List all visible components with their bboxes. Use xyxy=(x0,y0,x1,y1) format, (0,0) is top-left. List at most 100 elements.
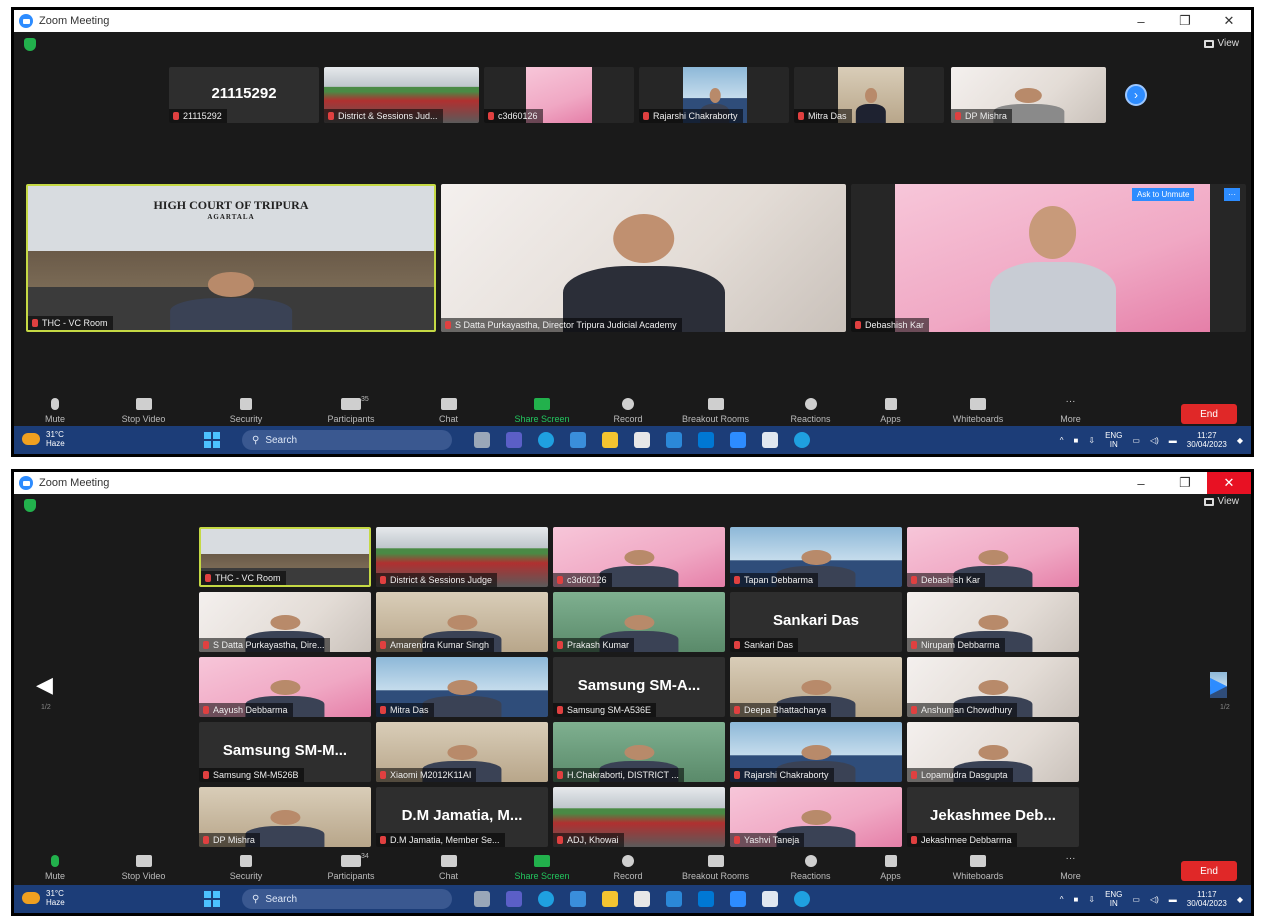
breakout-rooms-label: Breakout Rooms xyxy=(681,871,750,881)
video-tile[interactable]: DP Mishra xyxy=(199,787,371,847)
volume-icon[interactable]: ◁) xyxy=(1150,895,1159,904)
participant-name: District & Sessions Jud... xyxy=(324,109,443,123)
task-view-icon[interactable] xyxy=(474,432,490,448)
windows-start-icon[interactable] xyxy=(204,432,220,448)
edge-icon[interactable] xyxy=(538,891,554,907)
outlook-icon[interactable] xyxy=(666,432,682,448)
browser-icon[interactable] xyxy=(794,891,810,907)
video-tile[interactable]: Prakash Kumar xyxy=(553,592,725,652)
video-tile[interactable]: Mitra Das xyxy=(794,67,944,123)
network-icon[interactable]: ▭ xyxy=(1132,895,1140,904)
teams-icon[interactable] xyxy=(506,432,522,448)
network-icon[interactable]: ▭ xyxy=(1132,436,1140,445)
video-tile[interactable]: S Datta Purkayastha, Director Tripura Ju… xyxy=(441,184,846,332)
volume-icon[interactable]: ◁) xyxy=(1150,436,1159,445)
video-tile[interactable]: District & Sessions Jud... xyxy=(324,67,479,123)
system-tray: ^ ■ ⇩ ENG IN ▭ ◁) ▬ 11:27 30/04/2023 ◆ xyxy=(1060,426,1251,454)
video-tile[interactable]: District & Sessions Judge xyxy=(376,527,548,587)
teams-icon[interactable] xyxy=(506,891,522,907)
end-meeting-button[interactable]: End xyxy=(1181,404,1237,424)
next-page-button[interactable]: ▶ xyxy=(1210,672,1227,698)
video-tile[interactable]: Sankari Das Sankari Das xyxy=(730,592,902,652)
word-icon[interactable] xyxy=(762,891,778,907)
word-icon[interactable] xyxy=(762,432,778,448)
file-explorer-icon[interactable] xyxy=(602,432,618,448)
minimize-button[interactable]: – xyxy=(1119,472,1163,494)
video-tile[interactable]: S Datta Purkayastha, Dire... xyxy=(199,592,371,652)
weather-widget[interactable]: 31°C Haze xyxy=(22,889,65,907)
video-tile[interactable]: THC - VC Room xyxy=(199,527,371,587)
video-tile[interactable]: D.M Jamatia, M... D.M Jamatia, Member Se.… xyxy=(376,787,548,847)
clock[interactable]: 11:17 30/04/2023 xyxy=(1187,890,1227,908)
view-button[interactable]: View xyxy=(1203,38,1239,49)
notepad-icon[interactable] xyxy=(634,432,650,448)
view-button[interactable]: View xyxy=(1203,496,1239,507)
windows-start-icon[interactable] xyxy=(204,891,220,907)
language-indicator[interactable]: ENG IN xyxy=(1105,431,1122,449)
video-tile[interactable]: Nirupam Debbarma xyxy=(907,592,1079,652)
close-button[interactable]: ✕ xyxy=(1207,472,1251,494)
restore-button[interactable]: ❐ xyxy=(1163,472,1207,494)
usb-icon[interactable]: ⇩ xyxy=(1088,895,1095,904)
video-tile[interactable]: Debashish Kar xyxy=(907,527,1079,587)
mail-icon[interactable] xyxy=(698,432,714,448)
video-tile[interactable]: 21115292 21115292 xyxy=(169,67,319,123)
video-tile[interactable]: Jekashmee Deb... Jekashmee Debbarma xyxy=(907,787,1079,847)
ask-to-unmute-button[interactable]: Ask to Unmute xyxy=(1132,188,1195,201)
participant-video xyxy=(422,679,502,717)
previous-page-button[interactable]: ◀ xyxy=(36,672,53,698)
video-tile[interactable]: ADJ, Khowai xyxy=(553,787,725,847)
video-tile[interactable]: Deepa Bhattacharya xyxy=(730,657,902,717)
video-tile[interactable]: Yashvi Taneja xyxy=(730,787,902,847)
video-tile[interactable]: H.Chakraborti, DISTRICT ... xyxy=(553,722,725,782)
video-tile[interactable]: Rajarshi Chakraborty xyxy=(639,67,789,123)
mail-icon[interactable] xyxy=(698,891,714,907)
taskbar-search[interactable]: ⚲ Search xyxy=(242,430,452,450)
end-meeting-button[interactable]: End xyxy=(1181,861,1237,881)
notification-icon[interactable]: ◆ xyxy=(1237,895,1243,904)
taskbar-search[interactable]: ⚲ Search xyxy=(242,889,452,909)
usb-icon[interactable]: ⇩ xyxy=(1088,436,1095,445)
battery-icon[interactable]: ▬ xyxy=(1169,436,1177,445)
edge-icon[interactable] xyxy=(538,432,554,448)
more-options-button[interactable]: ··· xyxy=(1224,188,1240,201)
outlook-icon[interactable] xyxy=(666,891,682,907)
file-explorer-icon[interactable] xyxy=(602,891,618,907)
video-tile[interactable]: c3d60126 xyxy=(484,67,634,123)
task-view-icon[interactable] xyxy=(474,891,490,907)
participant-name: Deepa Bhattacharya xyxy=(730,703,832,717)
video-tile[interactable]: DP Mishra xyxy=(951,67,1106,123)
store-icon[interactable] xyxy=(570,891,586,907)
video-tile[interactable]: Samsung SM-M... Samsung SM-M526B xyxy=(199,722,371,782)
notification-icon[interactable]: ◆ xyxy=(1237,436,1243,445)
store-icon[interactable] xyxy=(570,432,586,448)
clock[interactable]: 11:27 30/04/2023 xyxy=(1187,431,1227,449)
close-button[interactable]: ✕ xyxy=(1207,10,1251,32)
battery-icon[interactable]: ▬ xyxy=(1169,895,1177,904)
video-tile[interactable]: Xiaomi M2012K11AI xyxy=(376,722,548,782)
minimize-button[interactable]: – xyxy=(1119,10,1163,32)
video-tile[interactable]: Anshuman Chowdhury xyxy=(907,657,1079,717)
video-tile[interactable]: Aayush Debbarma xyxy=(199,657,371,717)
weather-widget[interactable]: 31°C Haze xyxy=(22,430,65,448)
video-tile[interactable]: Samsung SM-A... Samsung SM-A536E xyxy=(553,657,725,717)
zoom-taskbar-icon[interactable] xyxy=(730,432,746,448)
chevron-up-icon[interactable]: ^ xyxy=(1060,436,1064,445)
zoom-taskbar-icon[interactable] xyxy=(730,891,746,907)
restore-button[interactable]: ❐ xyxy=(1163,10,1207,32)
video-tile[interactable]: Tapan Debbarma xyxy=(730,527,902,587)
video-tile[interactable]: Amarendra Kumar Singh xyxy=(376,592,548,652)
notepad-icon[interactable] xyxy=(634,891,650,907)
video-tile[interactable]: Rajarshi Chakraborty xyxy=(730,722,902,782)
browser-icon[interactable] xyxy=(794,432,810,448)
tray-app-icon[interactable]: ■ xyxy=(1074,436,1079,445)
language-indicator[interactable]: ENG IN xyxy=(1105,890,1122,908)
video-tile-active-speaker[interactable]: HIGH COURT OF TRIPURA AGARTALA THC - VC R… xyxy=(26,184,436,332)
chevron-up-icon[interactable]: ^ xyxy=(1060,895,1064,904)
tray-app-icon[interactable]: ■ xyxy=(1074,895,1079,904)
next-page-button[interactable]: › xyxy=(1125,84,1147,106)
video-tile[interactable]: Mitra Das xyxy=(376,657,548,717)
video-tile[interactable]: Debashish Kar xyxy=(851,184,1246,332)
video-tile[interactable]: c3d60126 xyxy=(553,527,725,587)
video-tile[interactable]: Lopamudra Dasgupta xyxy=(907,722,1079,782)
